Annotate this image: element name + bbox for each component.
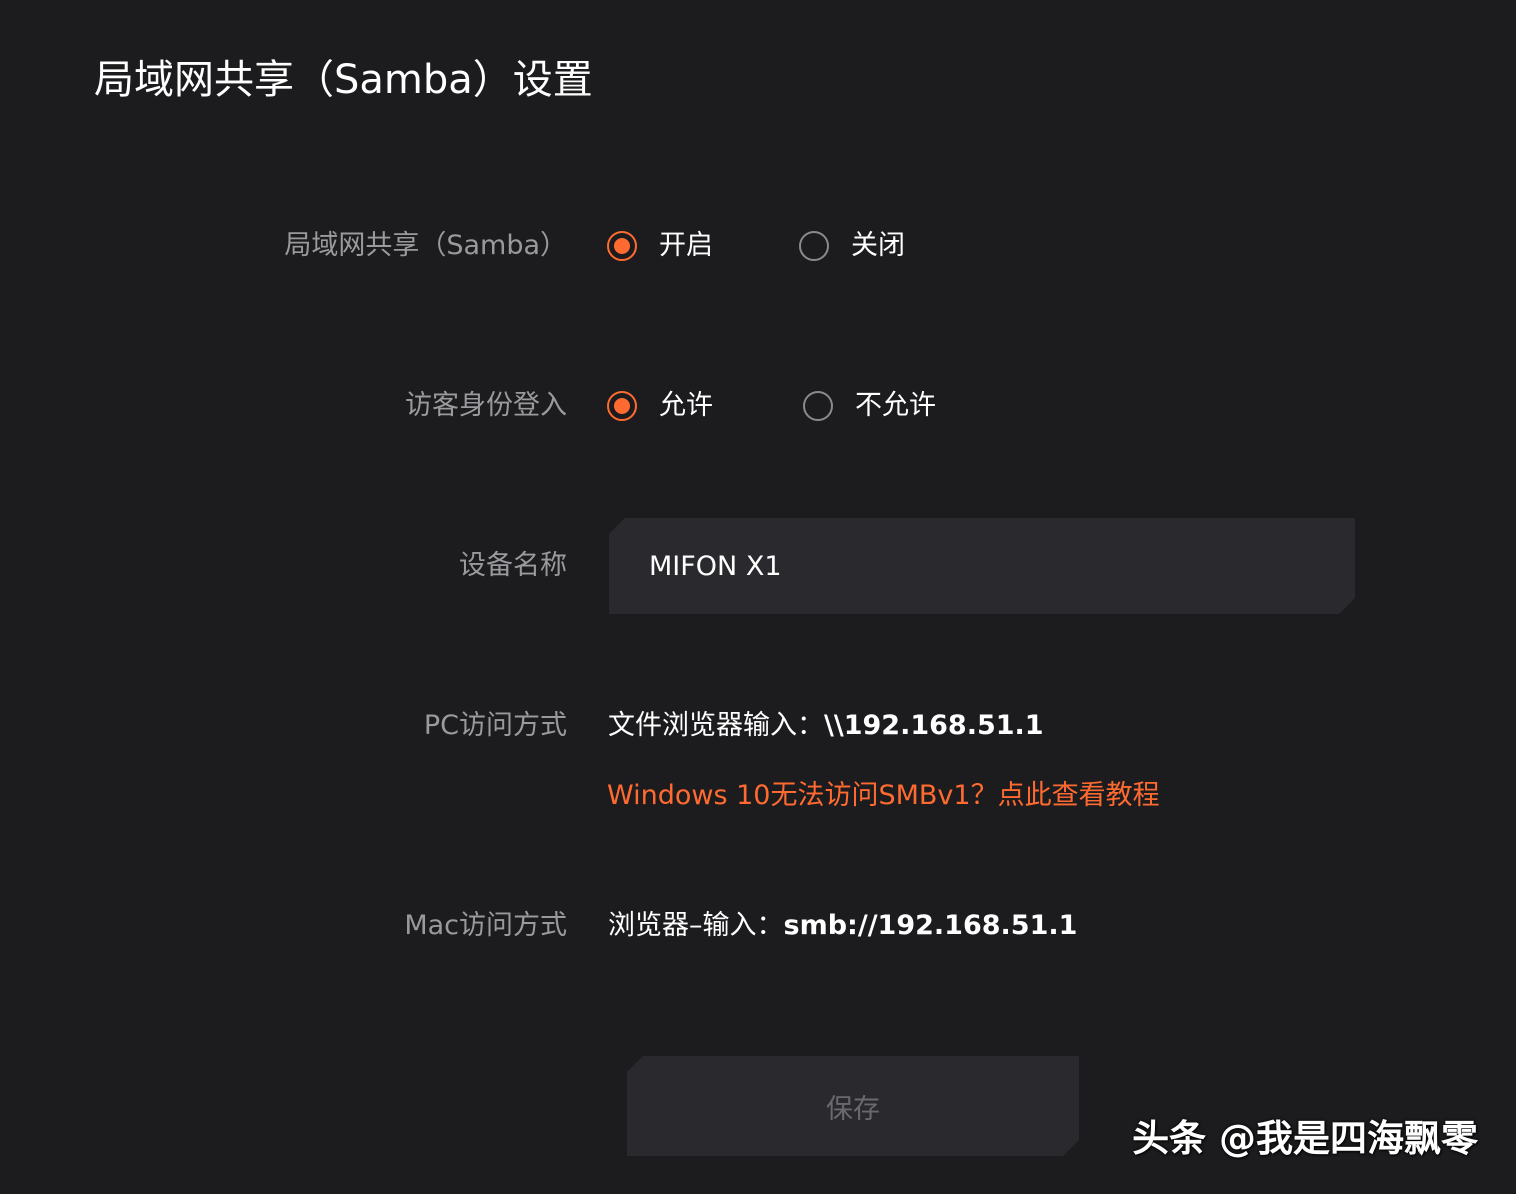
pc-access-info: 文件浏览器输入：\\192.168.51.1 (608, 707, 1044, 745)
watermark: 头条 @我是四海飘零 (1132, 1117, 1478, 1160)
samba-off-radio[interactable]: 关闭 (799, 227, 905, 265)
samba-on-radio[interactable]: 开启 (607, 227, 713, 265)
samba-off-label: 关闭 (851, 230, 905, 261)
page-title: 局域网共享（Samba）设置 (94, 57, 593, 103)
samba-on-label: 开启 (659, 230, 713, 261)
pc-access-prefix: 文件浏览器输入： (608, 710, 824, 741)
guest-deny-label: 不允许 (855, 390, 936, 421)
device-name-label: 设备名称 (459, 550, 567, 581)
mac-access-address: smb://192.168.51.1 (783, 910, 1078, 941)
pc-access-label: PC访问方式 (423, 710, 567, 741)
pc-access-address: \\192.168.51.1 (824, 710, 1044, 741)
radio-unchecked-icon (803, 391, 833, 421)
radio-unchecked-icon (799, 231, 829, 261)
radio-checked-icon (607, 231, 637, 261)
guest-deny-radio[interactable]: 不允许 (803, 387, 936, 425)
smbv1-help-link[interactable]: Windows 10无法访问SMBv1？点此查看教程 (607, 777, 1160, 815)
radio-checked-icon (607, 391, 637, 421)
guest-allow-label: 允许 (659, 390, 713, 421)
mac-access-prefix: 浏览器–输入： (608, 910, 784, 941)
mac-access-info: 浏览器–输入：smb://192.168.51.1 (608, 907, 1077, 945)
mac-access-label: Mac访问方式 (404, 910, 567, 941)
device-name-input[interactable] (609, 518, 1355, 614)
save-button[interactable]: 保存 (627, 1056, 1079, 1156)
guest-allow-radio[interactable]: 允许 (607, 387, 713, 425)
guest-label: 访客身份登入 (405, 390, 567, 421)
samba-label: 局域网共享（Samba） (284, 230, 567, 261)
